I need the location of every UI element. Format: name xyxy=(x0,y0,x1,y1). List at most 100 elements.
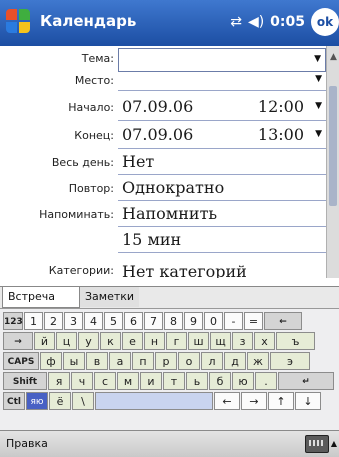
location-combo[interactable]: ▼ xyxy=(118,72,326,91)
keyboard-key[interactable]: 7 xyxy=(144,312,163,330)
keyboard-key[interactable]: й xyxy=(34,332,55,350)
keyboard-key[interactable]: с xyxy=(94,372,116,390)
input-menu-arrow-icon[interactable]: ▲ xyxy=(331,439,337,448)
keyboard-key[interactable]: Shift xyxy=(3,372,47,390)
keyboard-key[interactable]: б xyxy=(209,372,231,390)
start-row: Начало: 07.09.06 12:00 ▼ xyxy=(0,94,326,121)
soft-keyboard: 123 1 2 3 4 5 6 7 8 9 0- = ← → й ц у к е н г ш щ з х ъ CAPS ф ы в а п… xyxy=(0,308,339,431)
keyboard-key[interactable]: я xyxy=(48,372,70,390)
end-date[interactable]: 07.09.06 xyxy=(122,125,193,144)
keyboard-key[interactable]: ↓ xyxy=(295,392,321,410)
reminder-field[interactable]: Напомнить xyxy=(118,202,326,227)
keyboard-key[interactable]: р xyxy=(155,352,177,370)
tab-appointment[interactable]: Встреча xyxy=(2,287,80,308)
all-day-row: Весь день: Нет xyxy=(0,150,326,175)
dropdown-arrow-icon[interactable]: ▼ xyxy=(314,54,321,64)
keyboard-key[interactable]: ← xyxy=(214,392,240,410)
keyboard-key[interactable]: к xyxy=(100,332,121,350)
keyboard-key[interactable]: а xyxy=(109,352,131,370)
keyboard-key[interactable]: 3 xyxy=(64,312,83,330)
keyboard-key[interactable]: ↵ xyxy=(278,372,334,390)
windows-start-icon[interactable] xyxy=(6,9,32,35)
field-label: Конец: xyxy=(74,129,114,142)
tab-notes[interactable]: Заметки xyxy=(80,287,140,307)
keyboard-key[interactable]: ь xyxy=(186,372,208,390)
keyboard-key[interactable]: ↑ xyxy=(268,392,294,410)
keyboard-key[interactable]: ы xyxy=(63,352,85,370)
start-field[interactable]: 07.09.06 12:00 ▼ xyxy=(118,94,326,121)
title-bar: Календарь ⇄ ◀) 0:05 ok xyxy=(0,0,339,46)
keyboard-key[interactable]: ъ xyxy=(276,332,315,350)
menu-bar: Правка ▲ xyxy=(0,430,339,457)
keyboard-key[interactable]: в xyxy=(86,352,108,370)
connectivity-icon[interactable]: ⇄ xyxy=(230,14,242,30)
subject-combo[interactable]: ▼ xyxy=(118,48,326,72)
dropdown-arrow-icon[interactable]: ▼ xyxy=(315,101,322,111)
keyboard-key[interactable]: 2 xyxy=(44,312,63,330)
keyboard-key[interactable]: Ctl xyxy=(3,392,25,410)
keyboard-key[interactable]: 8 xyxy=(164,312,183,330)
scroll-thumb[interactable] xyxy=(329,86,337,206)
keyboard-key[interactable]: и xyxy=(140,372,162,390)
all-day-field[interactable]: Нет xyxy=(118,150,326,175)
keyboard-key[interactable]: → xyxy=(3,332,33,350)
end-time[interactable]: 13:00 xyxy=(258,125,304,144)
keyboard-key[interactable]: п xyxy=(132,352,154,370)
start-time[interactable]: 12:00 xyxy=(258,97,304,116)
edit-menu[interactable]: Правка xyxy=(6,437,48,450)
categories-field[interactable]: Нет категорий xyxy=(118,254,326,278)
keyboard-key[interactable]: л xyxy=(201,352,223,370)
keyboard-key[interactable]: з xyxy=(232,332,253,350)
keyboard-key[interactable]: ё xyxy=(49,392,71,410)
space-key[interactable] xyxy=(95,392,213,410)
start-date[interactable]: 07.09.06 xyxy=(122,97,193,116)
scroll-up-icon[interactable]: ▲ xyxy=(327,52,339,62)
keyboard-key[interactable]: э xyxy=(270,352,310,370)
keyboard-key[interactable]: ю xyxy=(232,372,254,390)
keyboard-key[interactable]: щ xyxy=(210,332,231,350)
keyboard-key[interactable]: ф xyxy=(40,352,62,370)
keyboard-key[interactable]: ч xyxy=(71,372,93,390)
keyboard-key[interactable]: 1 xyxy=(24,312,43,330)
repeat-field[interactable]: Однократно xyxy=(118,176,326,201)
keyboard-key[interactable]: о xyxy=(178,352,200,370)
keyboard-key[interactable]: д xyxy=(224,352,246,370)
clock[interactable]: 0:05 xyxy=(270,14,305,30)
dropdown-arrow-icon[interactable]: ▼ xyxy=(315,129,322,139)
keyboard-key[interactable]: ш xyxy=(188,332,209,350)
field-label: Напоминать: xyxy=(39,208,114,221)
field-label: Весь день: xyxy=(51,156,114,169)
keyboard-key[interactable]: е xyxy=(122,332,143,350)
ok-button[interactable]: ok xyxy=(311,8,339,36)
keyboard-key[interactable]: ж xyxy=(247,352,269,370)
dropdown-arrow-icon[interactable]: ▼ xyxy=(315,74,322,84)
keyboard-key[interactable]: ц xyxy=(56,332,77,350)
end-field[interactable]: 07.09.06 13:00 ▼ xyxy=(118,122,326,149)
keyboard-icon[interactable] xyxy=(305,435,329,453)
keyboard-key[interactable]: н xyxy=(144,332,165,350)
keyboard-key[interactable]: ← xyxy=(264,312,302,330)
keyboard-key[interactable]: \ xyxy=(72,392,94,410)
pocketpc-screen: Календарь ⇄ ◀) 0:05 ok Тема: ▼ Место: ▼ … xyxy=(0,0,339,457)
keyboard-key[interactable]: т xyxy=(163,372,185,390)
keyboard-key[interactable]: = xyxy=(244,312,263,330)
keyboard-key[interactable]: 9 xyxy=(184,312,203,330)
keyboard-key[interactable]: м xyxy=(117,372,139,390)
keyboard-key[interactable]: → xyxy=(241,392,267,410)
keyboard-key[interactable]: г xyxy=(166,332,187,350)
volume-icon[interactable]: ◀) xyxy=(248,14,264,30)
tab-strip: Встреча Заметки xyxy=(0,286,339,309)
keyboard-key[interactable]: . xyxy=(255,372,277,390)
keyboard-key[interactable]: 5 xyxy=(104,312,123,330)
keyboard-key[interactable]: 123 xyxy=(3,312,23,330)
keyboard-key[interactable]: яю xyxy=(26,392,48,410)
keyboard-key[interactable]: CAPS xyxy=(3,352,39,370)
keyboard-key[interactable]: - xyxy=(224,312,243,330)
keyboard-key[interactable]: х xyxy=(254,332,275,350)
reminder-interval-field[interactable]: 15 мин xyxy=(118,228,326,253)
keyboard-key[interactable]: у xyxy=(78,332,99,350)
keyboard-key[interactable]: 0 xyxy=(204,312,223,330)
keyboard-key[interactable]: 6 xyxy=(124,312,143,330)
keyboard-key[interactable]: 4 xyxy=(84,312,103,330)
form-scrollbar[interactable]: ▲ xyxy=(326,46,339,278)
